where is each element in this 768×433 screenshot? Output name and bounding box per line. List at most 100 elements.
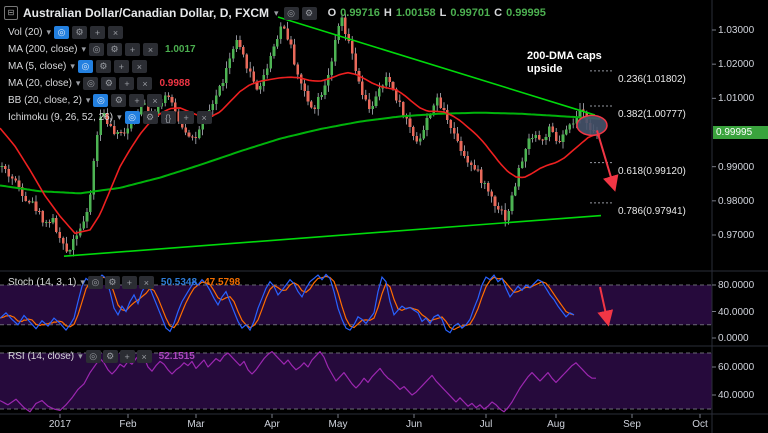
low-value: 0.99701 [450, 7, 491, 19]
candle-body [568, 124, 572, 130]
chevron-down-icon[interactable]: ▾ [70, 61, 75, 72]
close-icon[interactable]: × [131, 60, 147, 73]
candle-body [235, 40, 238, 50]
add-icon[interactable]: + [90, 26, 105, 39]
close-icon[interactable]: × [143, 43, 159, 56]
candle-body [27, 200, 31, 203]
braces-icon[interactable]: {} [160, 111, 176, 124]
chevron-down-icon[interactable]: ▾ [78, 351, 83, 362]
chevron-down-icon[interactable]: ▾ [81, 44, 86, 55]
candle-body [225, 68, 228, 83]
eye-icon[interactable]: ◎ [89, 43, 105, 56]
down-arrow-annotation[interactable] [596, 130, 619, 192]
collapse-icon[interactable]: ⊟ [4, 6, 18, 20]
chevron-down-icon[interactable]: ▾ [86, 95, 91, 106]
close-icon[interactable]: × [136, 350, 152, 363]
settings-icon[interactable]: ⚙ [111, 94, 127, 107]
chevron-down-icon[interactable]: ▾ [274, 8, 279, 19]
candle-body [541, 139, 544, 141]
candle-body [510, 195, 514, 211]
close-icon[interactable]: × [138, 276, 154, 289]
rsi-axis-label: 40.0000 [718, 390, 755, 401]
candle-body [561, 134, 565, 142]
candle-body [459, 140, 463, 151]
candle-body [191, 136, 194, 138]
add-icon[interactable]: + [125, 43, 141, 56]
indicator-row-ma5: MA (5, close) ▾ ◎ ⚙ + × [8, 60, 147, 73]
chevron-down-icon[interactable]: ▾ [117, 112, 122, 123]
chevron-down-icon[interactable]: ▾ [80, 277, 85, 288]
rsi-label[interactable]: RSI (14, close) [8, 351, 74, 362]
eye-icon[interactable]: ◎ [124, 111, 140, 124]
candle-body [323, 85, 327, 96]
settings-icon[interactable]: ⚙ [104, 276, 120, 289]
add-icon[interactable]: + [178, 111, 194, 124]
close-icon[interactable]: × [137, 77, 153, 90]
indicator-label[interactable]: BB (20, close, 2) [8, 95, 82, 106]
candle-body [388, 77, 391, 82]
candle-body [565, 129, 568, 135]
settings-icon[interactable]: ⚙ [301, 6, 317, 20]
chevron-down-icon[interactable]: ▾ [46, 27, 51, 38]
stoch-legend: Stoch (14, 3, 1) ▾ ◎ ⚙ + × 50.5348 47.5798 [8, 276, 240, 289]
stoch-label[interactable]: Stoch (14, 3, 1) [8, 277, 76, 288]
ascending-support[interactable] [63, 214, 602, 257]
close-icon[interactable]: × [108, 26, 123, 39]
eye-icon[interactable]: ◎ [283, 6, 299, 20]
eye-icon[interactable]: ◎ [77, 60, 93, 73]
candle-body [412, 126, 415, 136]
candle-body [527, 138, 531, 150]
candle-body [490, 191, 493, 197]
eye-icon[interactable]: ◎ [83, 77, 99, 90]
fib-level-label: 0.786(0.97941) [618, 205, 686, 217]
settings-icon[interactable]: ⚙ [102, 350, 118, 363]
fib-level-label: 0.382(1.00777) [618, 108, 686, 120]
candle-body [476, 169, 480, 171]
add-icon[interactable]: + [119, 77, 135, 90]
indicator-value: 0.9988 [159, 78, 191, 89]
rsi-legend: RSI (14, close) ▾ ◎ ⚙ + × 52.1515 [8, 350, 195, 363]
candle-body [378, 88, 381, 97]
candle-body [184, 127, 187, 133]
eye-icon[interactable]: ◎ [85, 350, 101, 363]
annotation-200dma[interactable]: 200-DMA caps upside [527, 50, 602, 76]
add-icon[interactable]: + [121, 276, 137, 289]
eye-icon[interactable]: ◎ [54, 26, 69, 39]
settings-icon[interactable]: ⚙ [101, 77, 117, 90]
price-axis-label: 0.97000 [718, 230, 755, 241]
indicator-label[interactable]: MA (20, close) [8, 78, 72, 89]
candle-body [51, 217, 55, 223]
add-icon[interactable]: + [113, 60, 129, 73]
candle-body [306, 90, 310, 102]
candle-body [316, 97, 320, 109]
symbol-title[interactable]: Australian Dollar/Canadian Dollar, D, FX… [23, 6, 269, 20]
stoch-k-value: 50.5348 [160, 277, 198, 288]
ellipse-annotation[interactable] [576, 114, 608, 137]
eye-icon[interactable]: ◎ [93, 94, 109, 107]
candle-body [463, 150, 466, 157]
indicator-label[interactable]: Vol (20) [8, 27, 42, 38]
settings-icon[interactable]: ⚙ [142, 111, 158, 124]
indicator-label[interactable]: Ichimoku (9, 26, 52, 26) [8, 112, 113, 123]
close-icon[interactable]: × [196, 111, 212, 124]
candle-body [82, 221, 85, 229]
candle-body [418, 138, 422, 142]
candle-body [503, 209, 507, 221]
indicator-label[interactable]: MA (5, close) [8, 61, 66, 72]
add-icon[interactable]: + [129, 94, 145, 107]
ohlc-readout: O 0.99716 H 1.00158 L 0.99701 C 0.99995 [328, 7, 546, 19]
close-icon[interactable]: × [147, 94, 163, 107]
settings-icon[interactable]: ⚙ [95, 60, 111, 73]
candle-body [276, 39, 279, 47]
stoch-axis-label: 80.0000 [718, 280, 755, 291]
settings-icon[interactable]: ⚙ [107, 43, 123, 56]
chevron-down-icon[interactable]: ▾ [76, 78, 81, 89]
candle-body [238, 40, 242, 47]
settings-icon[interactable]: ⚙ [72, 26, 87, 39]
add-icon[interactable]: + [119, 350, 135, 363]
candle-body [514, 186, 517, 196]
indicator-label[interactable]: MA (200, close) [8, 44, 77, 55]
candle-body [537, 134, 541, 140]
eye-icon[interactable]: ◎ [87, 276, 103, 289]
candle-body [473, 164, 476, 170]
